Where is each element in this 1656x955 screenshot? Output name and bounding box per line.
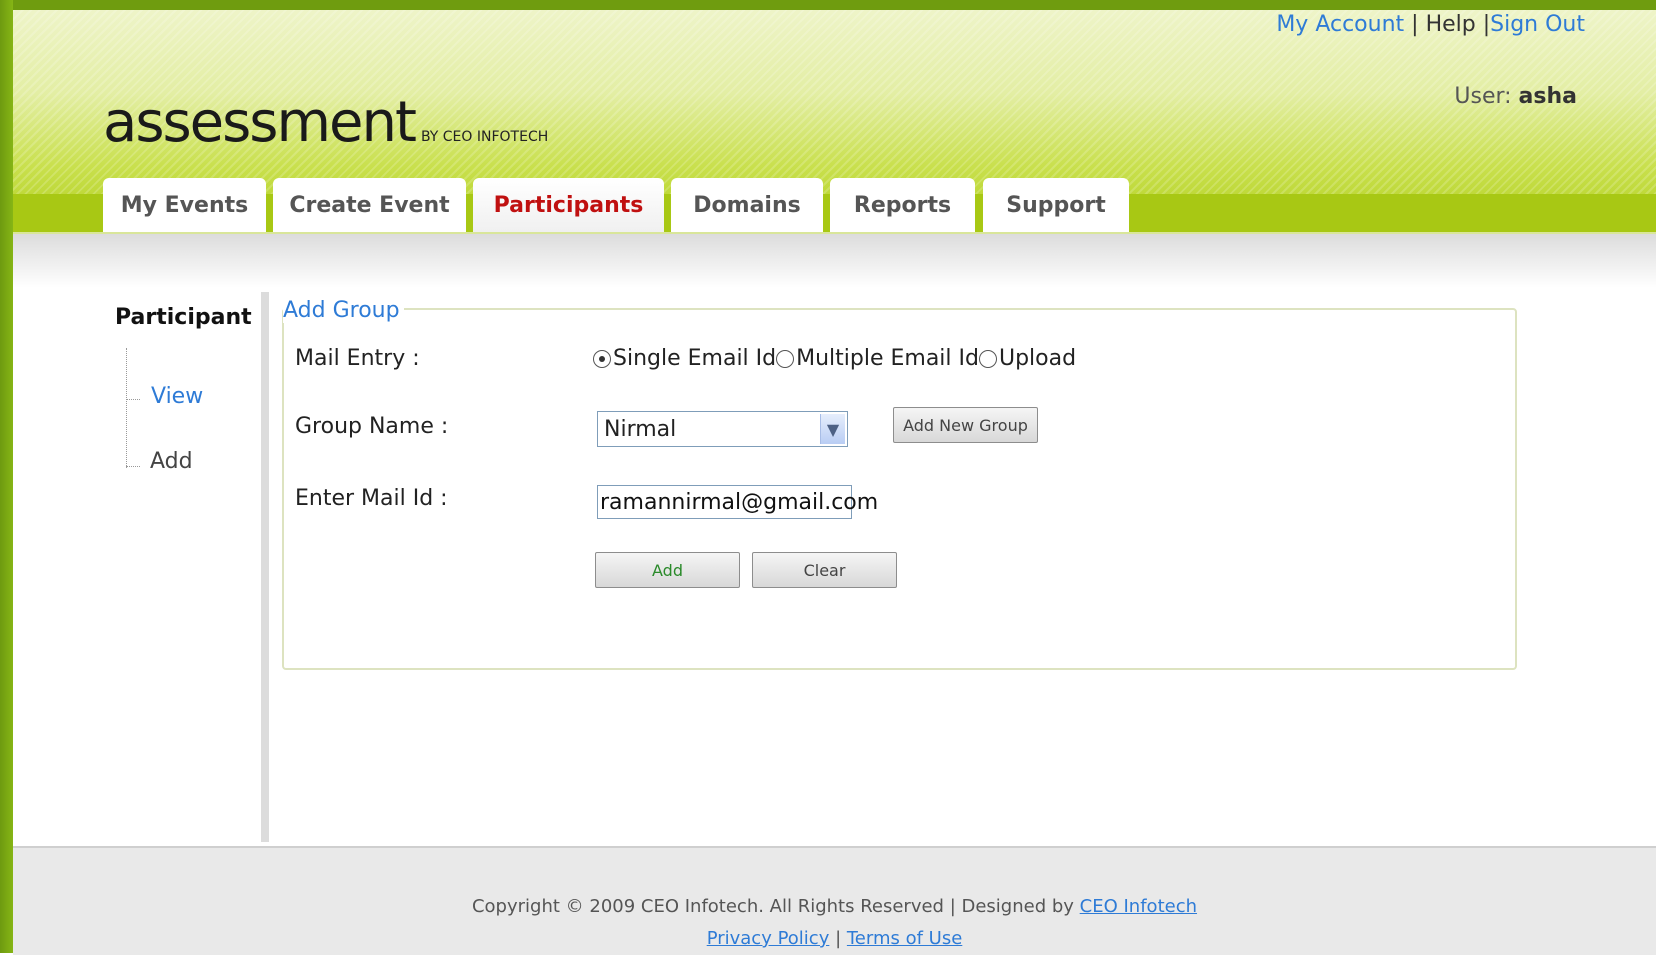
- clear-button[interactable]: Clear: [752, 552, 897, 588]
- group-name-select[interactable]: Nirmal ▼: [597, 411, 848, 447]
- tab-domains[interactable]: Domains: [671, 178, 823, 232]
- logo-main: assessment: [103, 90, 417, 155]
- user-name: asha: [1518, 84, 1577, 109]
- designer-link[interactable]: CEO Infotech: [1080, 896, 1197, 917]
- radio-multiple-email[interactable]: [776, 349, 795, 368]
- add-new-group-button[interactable]: Add New Group: [893, 407, 1038, 443]
- tab-create-event[interactable]: Create Event: [273, 178, 466, 232]
- tab-my-events[interactable]: My Events: [103, 178, 266, 232]
- radio-label-upload[interactable]: Upload: [999, 346, 1076, 371]
- radio-label-single-email[interactable]: Single Email Id: [613, 346, 776, 371]
- top-border: [0, 0, 1656, 10]
- terms-of-use-link[interactable]: Terms of Use: [847, 928, 962, 949]
- sidebar-divider: [261, 292, 269, 842]
- top-links: My Account | Help |Sign Out: [1276, 12, 1585, 37]
- tree-branch-view: [126, 399, 140, 400]
- mail-entry-label: Mail Entry :: [295, 346, 420, 371]
- group-name-label: Group Name :: [295, 414, 449, 439]
- copyright-text: Copyright © 2009 CEO Infotech. All Right…: [471, 896, 1198, 917]
- radio-upload[interactable]: [978, 349, 997, 368]
- radio-single-email[interactable]: [593, 349, 611, 368]
- footer-links: Privacy Policy | Terms of Use: [706, 928, 963, 949]
- sidebar-item-view[interactable]: View: [151, 384, 203, 409]
- tab-reports[interactable]: Reports: [830, 178, 975, 232]
- my-account-link[interactable]: My Account: [1276, 12, 1404, 37]
- tree-branch-add: [126, 466, 140, 467]
- chevron-down-icon[interactable]: ▼: [820, 414, 845, 444]
- app-logo: assessment BY CEO INFOTECH: [103, 90, 548, 155]
- tree-line: [126, 348, 128, 468]
- mail-id-label: Enter Mail Id :: [295, 486, 448, 511]
- sub-band: [13, 234, 1656, 288]
- sidebar-item-add[interactable]: Add: [150, 449, 193, 474]
- mail-id-input[interactable]: ramannirmal@gmail.com: [597, 485, 878, 519]
- help-link[interactable]: Help: [1426, 12, 1476, 37]
- add-button[interactable]: Add: [595, 552, 740, 588]
- mail-entry-radio-group: Single Email Id Multiple Email Id Upload: [593, 346, 1076, 371]
- group-name-value: Nirmal: [604, 416, 677, 442]
- left-border: [0, 0, 13, 953]
- tab-support[interactable]: Support: [983, 178, 1129, 232]
- sign-out-link[interactable]: Sign Out: [1490, 12, 1585, 37]
- sidebar-title: Participant: [115, 305, 252, 330]
- tab-participants[interactable]: Participants: [473, 178, 664, 232]
- logo-byline: BY CEO INFOTECH: [420, 129, 549, 145]
- privacy-policy-link[interactable]: Privacy Policy: [707, 928, 830, 949]
- radio-label-multiple-email[interactable]: Multiple Email Id: [796, 346, 979, 371]
- footer: Copyright © 2009 CEO Infotech. All Right…: [13, 846, 1656, 955]
- add-group-legend: Add Group: [283, 298, 404, 323]
- user-indicator: User: asha: [1454, 84, 1577, 109]
